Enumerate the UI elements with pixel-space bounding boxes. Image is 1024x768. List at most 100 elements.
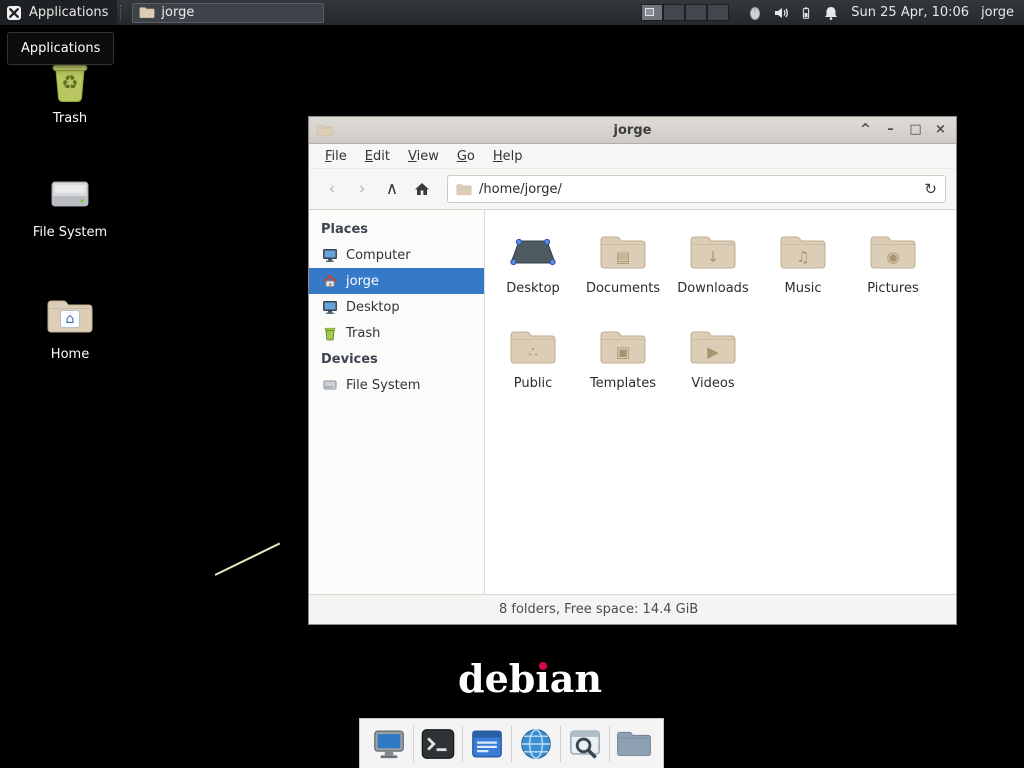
applications-tooltip: Applications	[7, 32, 114, 65]
file-item-public[interactable]: ∴ Public	[489, 323, 577, 418]
desktop-icon-home[interactable]: ⌂ Home	[25, 292, 115, 362]
file-item-videos[interactable]: ▶ Videos	[669, 323, 757, 418]
file-item-music[interactable]: ♫ Music	[759, 228, 847, 323]
sidebar-item-label: Desktop	[346, 300, 400, 315]
menu-file[interactable]: File	[316, 146, 356, 167]
pointer-device-icon[interactable]	[747, 5, 763, 21]
workspace-1[interactable]	[641, 4, 663, 21]
menu-view[interactable]: View	[399, 146, 448, 167]
templates-emblem-icon: ▣	[616, 343, 630, 361]
menu-edit[interactable]: Edit	[356, 146, 399, 167]
workspace-2[interactable]	[663, 4, 685, 21]
debian-logo-text: an	[550, 656, 602, 701]
sidebar-item-file-system[interactable]: File System	[309, 372, 484, 398]
file-item-templates[interactable]: ▣ Templates	[579, 323, 667, 418]
downloads-emblem-icon: ↓	[707, 248, 720, 266]
close-button[interactable]: ×	[933, 117, 948, 143]
dock-separator	[413, 726, 414, 762]
debian-logo: debıan	[458, 656, 602, 701]
videos-emblem-icon: ▶	[707, 343, 719, 361]
sidebar-item-label: Trash	[346, 326, 380, 341]
shade-button[interactable]: ^	[858, 117, 873, 143]
sidebar-item-label: jorge	[346, 274, 379, 289]
toolbar: ‹ › ∧ ↻	[309, 169, 956, 210]
computer-icon	[322, 247, 338, 263]
dock-show-desktop-button[interactable]	[367, 722, 411, 766]
file-label: Templates	[590, 376, 656, 391]
minimize-button[interactable]: –	[883, 117, 898, 143]
statusbar-text: 8 folders, Free space: 14.4 GiB	[499, 602, 698, 617]
top-panel: Applications jorge Sun 25 Apr, 10:06 jor…	[0, 0, 1024, 25]
drive-icon	[46, 170, 94, 218]
file-label: Downloads	[677, 281, 748, 296]
terminal-icon	[421, 727, 455, 761]
devices-header: Devices	[309, 346, 484, 372]
file-label: Pictures	[867, 281, 918, 296]
drive-icon	[322, 377, 338, 393]
desktop-icon-label: Trash	[53, 111, 87, 126]
up-button[interactable]: ∧	[379, 176, 405, 202]
places-header: Places	[309, 216, 484, 242]
desktop-icon-file-system[interactable]: File System	[25, 170, 115, 240]
sidebar-item-trash[interactable]: Trash	[309, 320, 484, 346]
sidebar-item-jorge[interactable]: jorge	[309, 268, 484, 294]
path-input[interactable]	[479, 182, 917, 197]
home-button[interactable]	[409, 176, 435, 202]
public-emblem-icon: ∴	[528, 343, 538, 361]
dock-separator	[462, 726, 463, 762]
dock-file-manager-button[interactable]	[612, 722, 656, 766]
desktop-icon-trash[interactable]: ♻ Trash	[25, 56, 115, 126]
music-emblem-icon: ♫	[796, 248, 809, 266]
bottom-dock	[359, 718, 664, 768]
desktop-folder-icon	[509, 233, 557, 271]
taskbar-window-button[interactable]: jorge	[132, 3, 324, 23]
sidebar: Places Computer jorge Desktop Trash Devi…	[309, 210, 485, 594]
workspace-3[interactable]	[685, 4, 707, 21]
console-window-icon	[470, 727, 504, 761]
file-item-downloads[interactable]: ↓ Downloads	[669, 228, 757, 323]
desktop-icon-label: Home	[51, 347, 89, 362]
workspace-4[interactable]	[707, 4, 729, 21]
file-label: Documents	[586, 281, 660, 296]
desktop-icon-label: File System	[33, 225, 107, 240]
sidebar-item-computer[interactable]: Computer	[309, 242, 484, 268]
dock-web-browser-button[interactable]	[514, 722, 558, 766]
folder-icon	[139, 6, 155, 19]
menu-help[interactable]: Help	[484, 146, 532, 167]
dock-application-finder-button[interactable]	[563, 722, 607, 766]
home-icon	[322, 273, 338, 289]
pictures-emblem-icon: ◉	[886, 248, 899, 266]
back-button[interactable]: ‹	[319, 176, 345, 202]
sidebar-item-desktop[interactable]: Desktop	[309, 294, 484, 320]
file-label: Desktop	[506, 281, 560, 296]
taskbar-window-label: jorge	[161, 5, 194, 20]
applications-menu-label: Applications	[29, 5, 108, 20]
forward-button[interactable]: ›	[349, 176, 375, 202]
display-icon	[322, 299, 338, 315]
applications-menu-button[interactable]: Applications	[0, 0, 117, 25]
file-item-pictures[interactable]: ◉ Pictures	[849, 228, 937, 323]
clock[interactable]: Sun 25 Apr, 10:06	[851, 5, 969, 20]
notifications-bell-icon[interactable]	[823, 5, 839, 21]
home-icon	[414, 181, 430, 197]
menu-go[interactable]: Go	[448, 146, 484, 167]
titlebar[interactable]: jorge ^ – □ ×	[309, 117, 956, 144]
workspace-switcher[interactable]	[641, 4, 729, 21]
folder-icon	[456, 183, 472, 196]
dock-terminal-button[interactable]	[416, 722, 460, 766]
home-emblem-icon: ⌂	[60, 310, 80, 328]
path-bar[interactable]: ↻	[447, 175, 946, 203]
user-label[interactable]: jorge	[981, 5, 1014, 20]
file-label: Music	[785, 281, 822, 296]
maximize-button[interactable]: □	[908, 117, 923, 143]
window-controls: ^ – □ ×	[858, 117, 948, 143]
battery-icon[interactable]	[799, 5, 813, 21]
reload-button[interactable]: ↻	[924, 180, 937, 198]
volume-icon[interactable]	[773, 5, 789, 21]
dock-console-button[interactable]	[465, 722, 509, 766]
file-manager-window: jorge ^ – □ × File Edit View Go Help ‹ ›…	[308, 116, 957, 625]
file-item-documents[interactable]: ▤ Documents	[579, 228, 667, 323]
xfce-logo-icon	[6, 5, 22, 21]
file-item-desktop[interactable]: Desktop	[489, 228, 577, 323]
recycle-glyph: ♻	[61, 72, 78, 94]
